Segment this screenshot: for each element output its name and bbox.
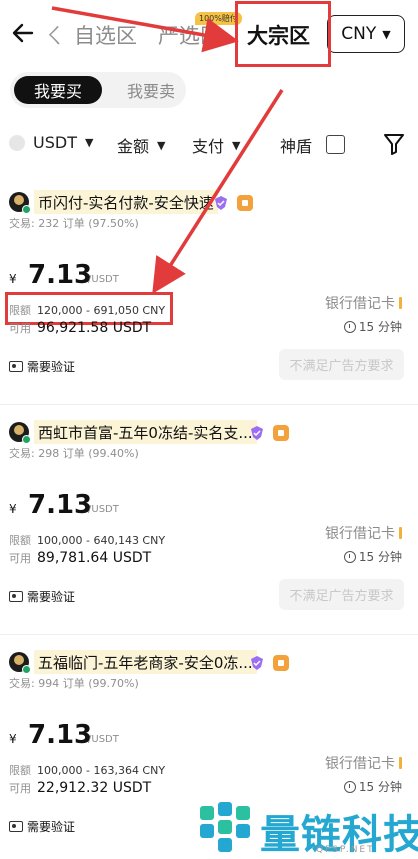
ad-price: 7.13: [28, 490, 93, 520]
amount-filter[interactable]: 金额 ▼: [117, 133, 165, 157]
price-unit: /USDT: [88, 734, 119, 745]
online-status-dot: [22, 205, 31, 214]
timer-icon: [343, 320, 356, 333]
buy-button[interactable]: 我要买: [14, 76, 102, 104]
ad-card[interactable]: 币闪付-实名付款-安全快速 交易: 232 订单 (97.50%) ¥ 7.13…: [0, 190, 418, 400]
ad-card[interactable]: 西虹市首富-五年0冻结-实名支... 交易: 298 订单 (99.40%) ¥…: [0, 420, 418, 630]
currency-symbol: ¥: [9, 732, 17, 746]
online-status-dot: [22, 435, 31, 444]
currency-symbol: ¥: [9, 502, 17, 516]
trade-limit: 限额 100,000 - 640,143 CNY: [9, 534, 166, 547]
ad-price: 7.13: [28, 720, 93, 750]
timer-icon: [343, 780, 356, 793]
id-card-icon: [9, 591, 23, 602]
tab-watchlist[interactable]: 自选区: [74, 20, 137, 50]
watermark: 量链科技 QFSP.NET: [196, 798, 418, 859]
watermark-logo-icon: [200, 802, 250, 852]
trade-stats: 交易: 994 订单 (99.70%): [9, 677, 139, 690]
verification-required: 需要验证: [9, 358, 75, 375]
divider: [0, 404, 418, 405]
buy-disabled-button[interactable]: 不满足广告方要求: [279, 349, 404, 380]
deposit-lock-icon: [273, 425, 289, 441]
buy-sell-toggle: 我要买 我要卖: [10, 72, 186, 108]
tab-partial[interactable]: ㄑ: [44, 20, 65, 50]
deposit-lock-icon: [237, 195, 253, 211]
verification-required: 需要验证: [9, 588, 75, 605]
chevron-down-icon: ▼: [84, 136, 94, 149]
coin-filter-label: USDT: [33, 133, 77, 152]
merchant-name[interactable]: 五福临门-五年老商家-安全0冻...: [34, 650, 257, 674]
ad-price: 7.13: [28, 260, 93, 290]
merchant-name[interactable]: 币闪付-实名付款-安全快速: [34, 190, 218, 214]
trade-stats: 交易: 298 订单 (99.40%): [9, 447, 139, 460]
id-card-icon: [9, 821, 23, 832]
payment-time: 15 分钟: [343, 318, 402, 335]
sell-button[interactable]: 我要卖: [107, 76, 195, 104]
trade-limit: 限额 100,000 - 163,364 CNY: [9, 764, 166, 777]
chevron-down-icon: ▼: [382, 27, 391, 41]
verified-shield-icon: [251, 656, 263, 670]
filter-bar: USDT ▼ 金额 ▼ 支付 ▼ 神盾: [0, 128, 418, 162]
online-status-dot: [22, 665, 31, 674]
coin-icon: [9, 134, 25, 151]
shield-checkbox[interactable]: [326, 135, 345, 154]
annotation-box-bulk-tab: [235, 1, 331, 67]
available-amount: 可用 96,921.58 USDT: [9, 320, 152, 336]
price-unit: /USDT: [88, 274, 119, 285]
payment-filter[interactable]: 支付 ▼: [192, 133, 240, 157]
currency-select[interactable]: CNY ▼: [327, 15, 405, 53]
chevron-down-icon: ▼: [157, 138, 166, 152]
payment-time: 15 分钟: [343, 548, 402, 565]
id-card-icon: [9, 361, 23, 372]
top-nav-bar: ㄑ 自选区 严选区 100%赔付 大宗区 CNY ▼: [0, 0, 418, 70]
buy-disabled-button[interactable]: 不满足广告方要求: [279, 579, 404, 610]
available-amount: 可用 89,781.64 USDT: [9, 550, 152, 566]
timer-icon: [343, 550, 356, 563]
chevron-down-icon: ▼: [232, 138, 241, 152]
merchant-name[interactable]: 西虹市首富-五年0冻结-实名支...: [34, 420, 257, 444]
amount-filter-label: 金额: [117, 137, 150, 156]
shield-filter-text: 神盾: [280, 137, 313, 156]
payment-filter-label: 支付: [192, 137, 225, 156]
payment-method: 银行借记卡: [325, 753, 402, 773]
trade-limit: 限额 120,000 - 691,050 CNY: [9, 304, 166, 317]
funnel-icon[interactable]: [383, 132, 405, 156]
coin-filter[interactable]: USDT ▼: [9, 133, 93, 152]
currency-symbol: ¥: [9, 272, 17, 286]
payment-method: 银行借记卡: [325, 293, 402, 313]
back-arrow-icon[interactable]: [10, 18, 36, 48]
available-amount: 可用 22,912.32 USDT: [9, 780, 152, 796]
currency-value: CNY: [341, 24, 377, 44]
trade-stats: 交易: 232 订单 (97.50%): [9, 217, 139, 230]
payment-time: 15 分钟: [343, 778, 402, 795]
payment-method: 银行借记卡: [325, 523, 402, 543]
price-unit: /USDT: [88, 504, 119, 515]
watermark-subtext: QFSP.NET: [316, 845, 375, 855]
shield-filter-label: 神盾: [280, 133, 312, 157]
divider: [0, 634, 418, 635]
verification-required: 需要验证: [9, 818, 75, 835]
verified-shield-icon: [215, 196, 227, 210]
verified-shield-icon: [251, 426, 263, 440]
deposit-lock-icon: [273, 655, 289, 671]
